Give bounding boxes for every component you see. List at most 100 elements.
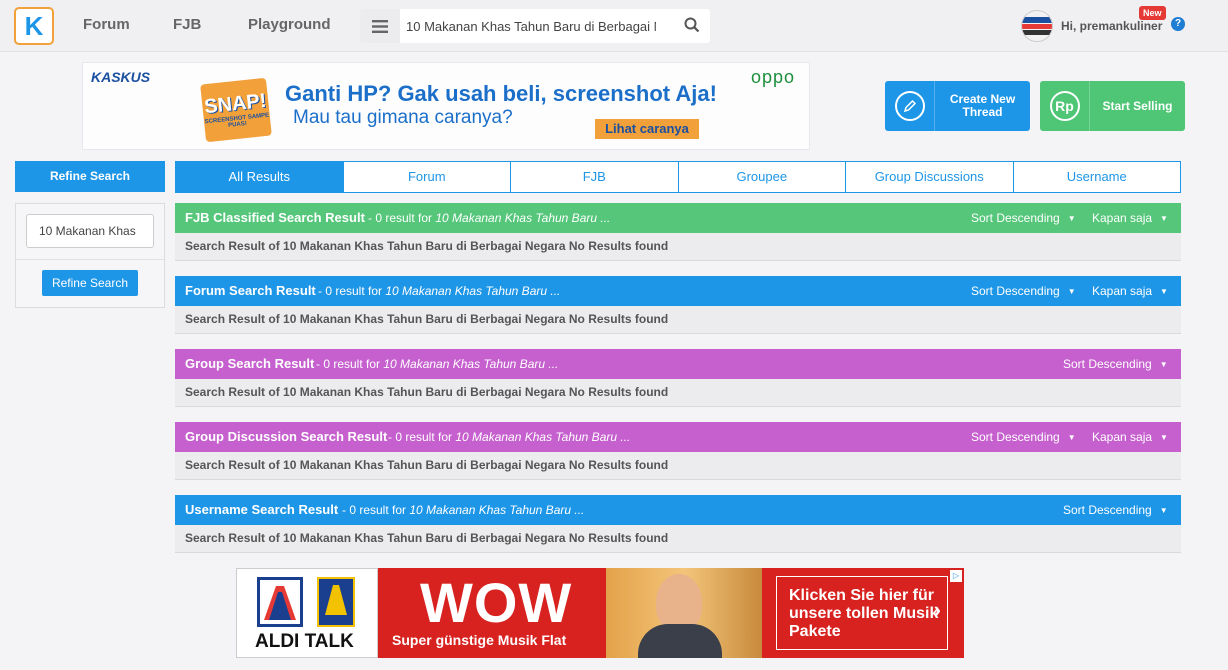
section-meta: - 0 result for 10 Makanan Khas Tahun Bar… <box>316 357 558 371</box>
section-query: 10 Makanan Khas Tahun Baru ... <box>383 357 559 371</box>
section-result-text: Search Result of 10 Makanan Khas Tahun B… <box>175 306 1181 334</box>
promo-banner[interactable]: KASKUS oppo SNAP! SCREENSHOT SAMPE PUAS!… <box>82 62 810 150</box>
banner-headline: Ganti HP? Gak usah beli, screenshot Aja! <box>285 81 717 106</box>
group-discussion-results-section: Group Discussion Search Result - 0 resul… <box>175 422 1181 480</box>
section-meta-text: - 0 result for <box>342 503 410 517</box>
logo-letter: K <box>24 11 44 41</box>
hamburger-menu-icon[interactable] <box>360 9 400 43</box>
section-query: 10 Makanan Khas Tahun Baru ... <box>409 503 585 517</box>
tab-group-discussions[interactable]: Group Discussions <box>846 162 1014 192</box>
ad-subheadline: Super günstige Musik Flat <box>392 632 567 648</box>
time-filter-dropdown[interactable]: Kapan saja ▼ <box>1092 284 1168 298</box>
section-title: Forum Search Result <box>185 283 316 298</box>
user-avatar[interactable] <box>1021 10 1053 42</box>
section-result-text: Search Result of 10 Makanan Khas Tahun B… <box>175 379 1181 407</box>
section-query: 10 Makanan Khas Tahun Baru ... <box>385 284 561 298</box>
sort-label: Sort Descending <box>1063 503 1152 517</box>
refine-search-input[interactable] <box>26 214 154 248</box>
banner-partner-logo: oppo <box>750 67 795 87</box>
section-result-text: Search Result of 10 Makanan Khas Tahun B… <box>175 525 1181 553</box>
user-greeting[interactable]: Hi, premankuliner <box>1061 19 1162 33</box>
chevron-right-icon: › <box>933 597 941 622</box>
advertisement-banner[interactable]: ALDI TALK WOW Super günstige Musik Flat … <box>236 568 964 658</box>
banner-brand: KASKUS <box>91 69 151 85</box>
caret-down-icon: ▼ <box>1067 433 1076 443</box>
username-results-section: Username Search Result - 0 result for 10… <box>175 495 1181 553</box>
time-filter-dropdown[interactable]: Kapan saja ▼ <box>1092 430 1168 444</box>
section-query: 10 Makanan Khas Tahun Baru ... <box>455 430 631 444</box>
sort-dropdown[interactable]: Sort Descending ▼ <box>1063 357 1168 371</box>
refine-search-panel: Refine Search <box>15 203 165 308</box>
time-filter-dropdown[interactable]: Kapan saja ▼ <box>1092 211 1168 225</box>
rupiah-icon-text: Rp <box>1049 91 1080 121</box>
group-results-section: Group Search Result - 0 result for 10 Ma… <box>175 349 1181 407</box>
section-title: Group Discussion Search Result <box>185 429 388 444</box>
banner-subheadline: Mau tau gimana caranya? <box>293 107 513 128</box>
section-meta-text: - 0 result for <box>368 211 436 225</box>
section-meta: - 0 result for 10 Makanan Khas Tahun Bar… <box>388 430 630 444</box>
pencil-icon <box>885 81 935 131</box>
forum-results-section: Forum Search Result - 0 result for 10 Ma… <box>175 276 1181 334</box>
ad-brand-panel: ALDI TALK <box>236 568 378 658</box>
result-tabs: All Results Forum FJB Groupee Group Disc… <box>175 161 1181 193</box>
time-filter-label: Kapan saja <box>1092 430 1153 444</box>
create-thread-label: Create New Thread <box>949 92 1016 119</box>
tab-fjb[interactable]: FJB <box>511 162 679 192</box>
tab-forum[interactable]: Forum <box>344 162 511 192</box>
ad-headline: WOW <box>420 571 573 634</box>
kaskus-logo[interactable]: K <box>14 7 54 45</box>
section-result-text: Search Result of 10 Makanan Khas Tahun B… <box>175 452 1181 480</box>
rupiah-icon: Rp <box>1040 81 1090 131</box>
tab-all-results[interactable]: All Results <box>176 162 344 192</box>
fjb-results-section: FJB Classified Search Result - 0 result … <box>175 203 1181 261</box>
section-header: Forum Search Result - 0 result for 10 Ma… <box>175 276 1181 306</box>
refine-search-button[interactable]: Refine Search <box>42 270 138 296</box>
tab-username[interactable]: Username <box>1014 162 1181 192</box>
caret-down-icon: ▼ <box>1067 214 1076 224</box>
banner-cta-button[interactable]: Lihat caranya <box>595 119 699 139</box>
sort-label: Sort Descending <box>1063 357 1152 371</box>
nav-fjb[interactable]: FJB <box>173 16 201 33</box>
caret-down-icon: ▼ <box>1160 287 1168 297</box>
section-header: Group Discussion Search Result - 0 resul… <box>175 422 1181 452</box>
caret-down-icon: ▼ <box>1067 287 1076 297</box>
ad-person-image <box>656 574 702 630</box>
top-navbar: K Forum FJB Playground Hi, premankuliner… <box>0 0 1228 52</box>
start-selling-label: Start Selling <box>1102 98 1173 113</box>
aldi-sued-logo-icon <box>317 577 355 627</box>
ad-info-icon[interactable]: ▷ <box>950 570 962 582</box>
sort-label: Sort Descending <box>971 430 1060 444</box>
sort-dropdown[interactable]: Sort Descending ▼ <box>1063 503 1168 517</box>
new-badge: New <box>1139 6 1166 20</box>
sort-label: Sort Descending <box>971 211 1060 225</box>
snap-badge: SNAP! SCREENSHOT SAMPE PUAS! <box>200 77 272 143</box>
create-thread-button[interactable]: Create New Thread <box>885 81 1030 131</box>
divider <box>16 259 164 260</box>
section-header: FJB Classified Search Result - 0 result … <box>175 203 1181 233</box>
section-header: Group Search Result - 0 result for 10 Ma… <box>175 349 1181 379</box>
nav-playground[interactable]: Playground <box>248 16 331 33</box>
caret-down-icon: ▼ <box>1160 433 1168 443</box>
ad-photo <box>606 568 762 658</box>
search-input[interactable] <box>406 9 656 43</box>
caret-down-icon: ▼ <box>1159 506 1168 516</box>
section-meta: - 0 result for 10 Makanan Khas Tahun Bar… <box>318 284 560 298</box>
time-filter-label: Kapan saja <box>1092 211 1153 225</box>
caret-down-icon: ▼ <box>1159 360 1168 370</box>
section-result-text: Search Result of 10 Makanan Khas Tahun B… <box>175 233 1181 261</box>
sort-dropdown[interactable]: Sort Descending ▼ <box>971 430 1076 444</box>
sort-dropdown[interactable]: Sort Descending ▼ <box>971 211 1076 225</box>
section-title: Group Search Result <box>185 356 315 371</box>
nav-forum[interactable]: Forum <box>83 16 130 33</box>
ad-cta-box[interactable]: Klicken Sie hier für unsere tollen Musik… <box>776 576 948 650</box>
help-icon[interactable]: ? <box>1171 17 1185 31</box>
start-selling-button[interactable]: Rp Start Selling <box>1040 81 1185 131</box>
aldi-logo-icon <box>257 577 303 627</box>
section-meta-text: - 0 result for <box>316 357 384 371</box>
section-meta: - 0 result for 10 Makanan Khas Tahun Bar… <box>368 211 610 225</box>
section-header: Username Search Result - 0 result for 10… <box>175 495 1181 525</box>
time-filter-label: Kapan saja <box>1092 284 1153 298</box>
search-icon[interactable] <box>684 17 700 38</box>
sort-dropdown[interactable]: Sort Descending ▼ <box>971 284 1076 298</box>
tab-groupee[interactable]: Groupee <box>679 162 846 192</box>
